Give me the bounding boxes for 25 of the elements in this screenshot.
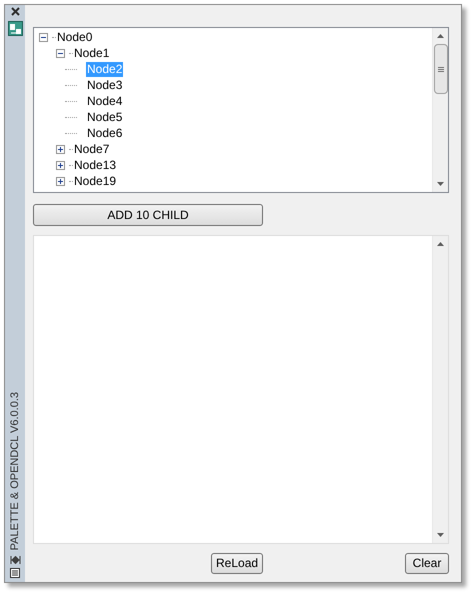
clear-button[interactable]: Clear [405,552,449,574]
tree-item[interactable]: Node4 [86,94,124,108]
add-child-button[interactable]: ADD 10 CHILD [33,204,263,226]
collapse-icon[interactable] [56,48,65,58]
tree-item[interactable]: Node1 [73,46,110,60]
properties-icon[interactable] [8,21,22,36]
tree-item[interactable]: Node19 [73,174,118,188]
tree-item[interactable]: Node5 [86,110,124,124]
expand-icon[interactable] [56,144,65,154]
close-icon[interactable] [10,7,20,16]
auto-hide-icon[interactable] [10,556,20,564]
palette-title: PALETTE & OPENDCL V6.0.0.3 [8,392,22,550]
scroll-thumb[interactable] [434,44,448,94]
tree-item[interactable]: Node7 [73,142,110,156]
tree-item[interactable]: Node0 [56,30,94,44]
reload-button[interactable]: ReLoad [211,552,264,574]
scrollbar[interactable] [432,28,448,192]
menu-icon[interactable] [10,568,20,578]
tree-item[interactable]: Node13 [73,158,118,172]
scrollbar[interactable] [432,236,448,543]
tree-item[interactable]: Node6 [86,126,124,140]
expand-icon[interactable] [56,176,65,186]
collapse-icon[interactable] [39,32,48,42]
tree-item[interactable]: Node3 [86,78,124,92]
expand-icon[interactable] [56,160,65,170]
